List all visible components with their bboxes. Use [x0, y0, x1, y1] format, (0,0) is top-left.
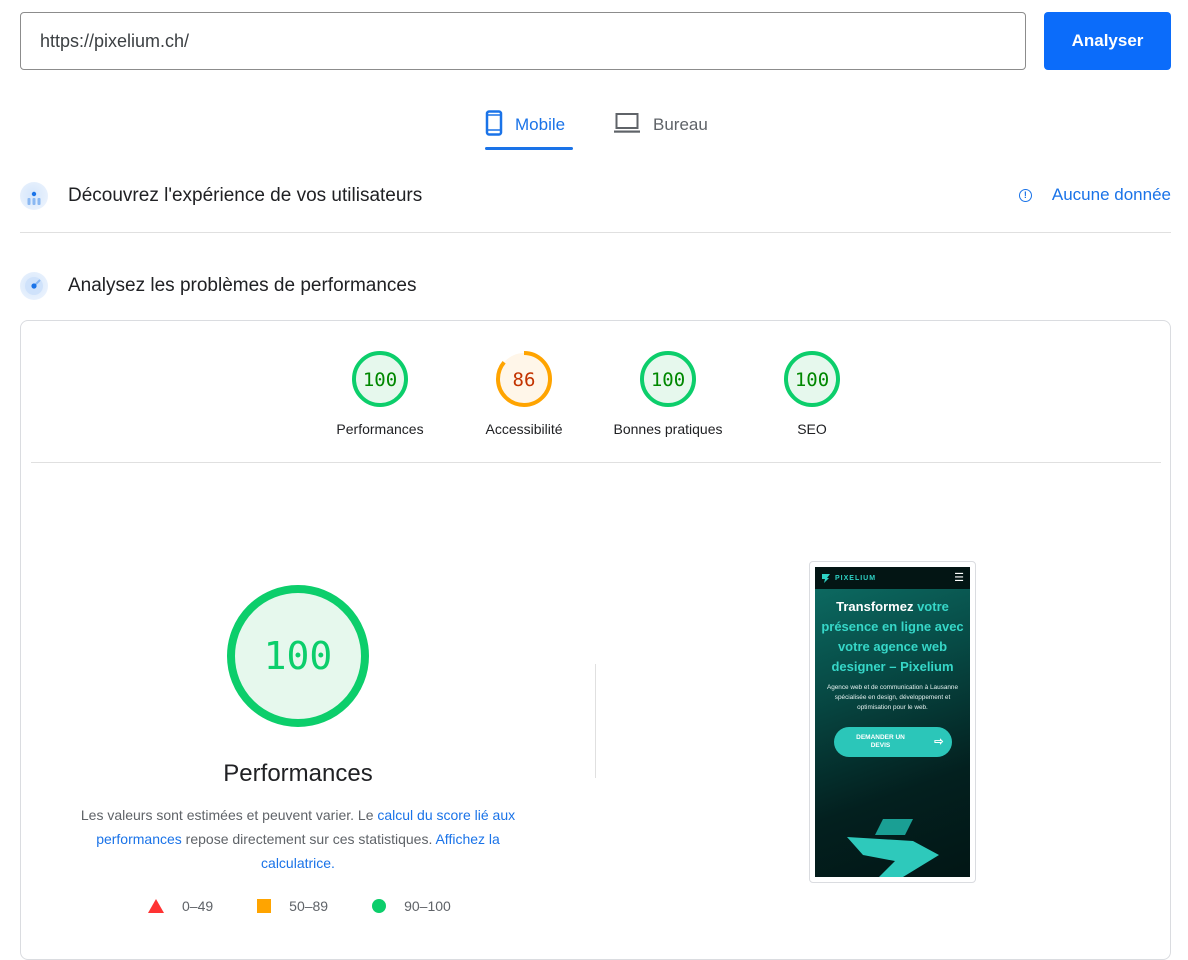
- gauge-label: Performances: [336, 421, 424, 437]
- score-legend: 0–49 50–89 90–100: [148, 898, 495, 914]
- pixelium-logo-icon: [822, 574, 830, 583]
- tab-mobile-label: Mobile: [515, 115, 566, 134]
- screenshot-brand: PIXELIUM: [835, 574, 877, 582]
- tab-desktop[interactable]: Bureau: [613, 100, 708, 150]
- smartphone-icon: [485, 109, 503, 141]
- screenshot-cta: DEMANDER UN DEVIS ⇨: [833, 727, 952, 757]
- square-icon: [257, 899, 272, 913]
- lab-data-title: Analysez les problèmes de performances: [68, 275, 417, 296]
- radar-icon: [20, 272, 48, 300]
- laptop-icon: [613, 112, 641, 139]
- page-screenshot[interactable]: PIXELIUM ☰ Transformez votre présence en…: [809, 561, 976, 883]
- analyse-button[interactable]: Analyser: [1044, 12, 1171, 70]
- hamburger-menu-icon: ☰: [954, 572, 964, 584]
- scores-divider: [31, 462, 1161, 463]
- score-gauge-performances[interactable]: 100 Performances: [325, 349, 435, 437]
- screenshot-content: PIXELIUM ☰ Transformez votre présence en…: [815, 567, 970, 877]
- gauge-score: 100: [363, 369, 397, 391]
- legend-item-average: 50–89: [257, 898, 328, 914]
- performance-gauge-large[interactable]: 100: [224, 582, 372, 730]
- circle-icon: [372, 899, 387, 913]
- field-data-title: Découvrez l'expérience de vos utilisateu…: [68, 185, 423, 206]
- score-gauge-accessibilité[interactable]: 86 Accessibilité: [469, 349, 579, 437]
- users-chart-icon: [20, 182, 48, 210]
- screenshot-subtitle: Agence web et de communication à Lausann…: [826, 684, 959, 711]
- legend-range: 50–89: [289, 898, 329, 914]
- field-data-header: Découvrez l'expérience de vos utilisateu…: [20, 182, 422, 210]
- section-divider: [20, 232, 1171, 233]
- legend-range: 90–100: [404, 898, 451, 914]
- desc-text-1: Les valeurs sont estimées et peuvent var…: [80, 807, 378, 823]
- legend-item-pass: 90–100: [372, 898, 451, 914]
- no-data-link[interactable]: ! Aucune donnée: [1018, 185, 1171, 205]
- hero-white-text: Transformez: [836, 599, 914, 614]
- triangle-icon: [148, 899, 164, 913]
- screenshot-nav: PIXELIUM ☰: [815, 567, 970, 589]
- score-gauge-bonnes-pratiques[interactable]: 100 Bonnes pratiques: [613, 349, 723, 437]
- legend-range: 0–49: [182, 898, 214, 914]
- performance-score-large: 100: [264, 634, 333, 678]
- cta-label: DEMANDER UN DEVIS: [856, 734, 905, 749]
- tab-mobile[interactable]: Mobile: [485, 100, 573, 150]
- gauge-label: Accessibilité: [485, 421, 563, 437]
- active-tab-indicator: [485, 147, 573, 150]
- score-description: Les valeurs sont estimées et peuvent var…: [60, 803, 536, 875]
- gauge-label: SEO: [797, 421, 827, 437]
- arrow-right-icon: ⇨: [934, 736, 944, 748]
- performance-title: Performances: [223, 760, 373, 787]
- desc-text-2: repose directement sur ces statistiques.: [181, 831, 436, 847]
- score-gauge-seo[interactable]: 100 SEO: [757, 349, 867, 437]
- screenshot-logo: PIXELIUM: [821, 573, 876, 583]
- gauge-score: 100: [651, 369, 685, 391]
- gauge-score: 100: [795, 369, 829, 391]
- gauge-label: Bonnes pratiques: [613, 421, 723, 437]
- lab-data-header: Analysez les problèmes de performances: [20, 272, 417, 300]
- vertical-divider: [595, 664, 596, 778]
- info-icon: !: [1018, 188, 1032, 202]
- screenshot-hero: Transformez votre présence en ligne avec…: [815, 589, 970, 677]
- no-data-label: Aucune donnée: [1051, 185, 1171, 204]
- gauge-score: 86: [513, 369, 536, 391]
- url-input[interactable]: [20, 12, 1026, 70]
- tab-desktop-label: Bureau: [653, 115, 708, 134]
- brand-graphic: [847, 819, 939, 877]
- legend-item-fail: 0–49: [148, 898, 213, 914]
